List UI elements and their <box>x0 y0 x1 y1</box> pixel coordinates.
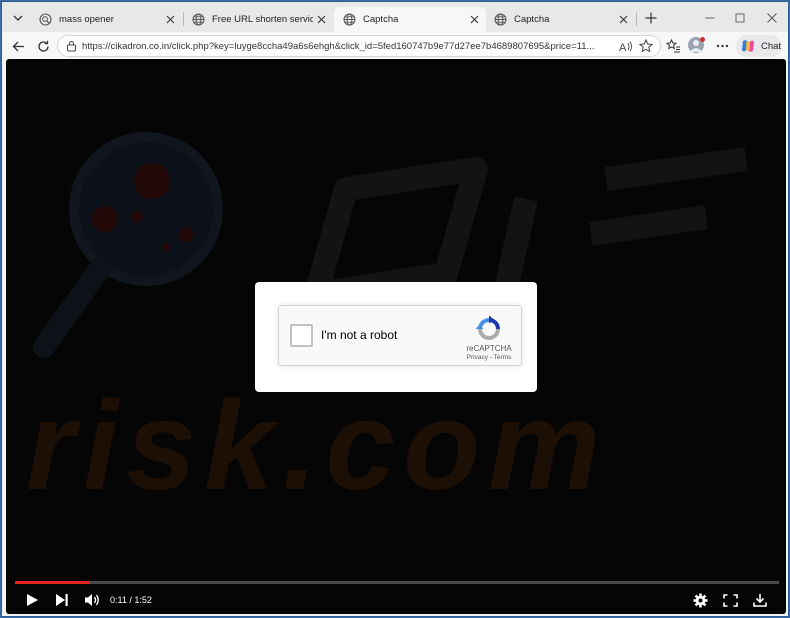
tab-title: mass opener <box>59 14 114 25</box>
tab-captcha-active[interactable]: Captcha <box>334 7 486 32</box>
minimize-button[interactable] <box>700 9 720 27</box>
tab-strip: mass opener Free URL shorten service - o… <box>2 2 788 32</box>
refresh-icon <box>37 40 49 52</box>
url-text[interactable]: https://cikadron.co.in/click.php?key=luy… <box>82 41 610 52</box>
download-button[interactable] <box>750 590 770 610</box>
close-icon <box>317 15 325 24</box>
progress-bar-played <box>15 581 90 584</box>
site-info-lock-icon[interactable] <box>64 39 78 53</box>
gear-icon <box>693 593 707 607</box>
globe-icon <box>191 13 205 27</box>
settings-button[interactable] <box>690 590 710 610</box>
tab-title: Captcha <box>514 14 550 25</box>
tab-captcha[interactable]: Captcha <box>485 7 635 32</box>
notification-dot <box>700 37 705 42</box>
time-display: 0:11 / 1:52 <box>110 595 152 605</box>
recaptcha-logo-icon <box>475 315 500 340</box>
volume-button[interactable] <box>82 590 102 610</box>
not-a-robot-checkbox[interactable] <box>290 324 313 347</box>
browser-window: mass opener Free URL shorten service - o… <box>1 1 789 617</box>
close-tab-button[interactable] <box>313 12 329 28</box>
magnifier-logo-icon <box>33 132 223 358</box>
progress-bar[interactable] <box>15 581 779 584</box>
settings-more-button[interactable] <box>712 36 732 56</box>
arrow-left-icon <box>12 41 24 51</box>
minimize-icon <box>705 17 715 19</box>
volume-icon <box>84 594 99 606</box>
fullscreen-icon <box>722 593 738 607</box>
close-window-button[interactable] <box>762 9 782 27</box>
watermark-text: risk.com <box>26 375 608 516</box>
globe-icon <box>342 13 356 27</box>
back-button[interactable] <box>8 36 28 56</box>
read-aloud-icon[interactable]: A <box>618 38 634 54</box>
globe-icon <box>493 13 507 27</box>
chevron-down-icon <box>13 15 23 21</box>
skip-next-icon <box>56 594 68 606</box>
close-tab-button[interactable] <box>162 12 178 28</box>
tab-separator <box>636 12 637 26</box>
play-icon <box>27 594 38 606</box>
recaptcha-brand: reCAPTCHA <box>466 344 512 353</box>
tab-title: Free URL shorten service - ou <box>212 14 313 25</box>
close-icon <box>619 15 627 24</box>
recaptcha-widget: I'm not a robot reCAPTCHA Privacy - Term… <box>278 305 522 366</box>
address-bar[interactable]: https://cikadron.co.in/click.php?key=luy… <box>57 35 661 57</box>
next-button[interactable] <box>52 590 72 610</box>
new-tab-button[interactable] <box>642 9 660 27</box>
fullscreen-button[interactable] <box>720 590 740 610</box>
duration: 1:52 <box>134 595 152 605</box>
video-player[interactable]: risk.com I'm not a robot reCAPTCHA Priva… <box>6 59 786 614</box>
svg-text:A: A <box>619 42 627 53</box>
recaptcha-label: I'm not a robot <box>321 328 398 342</box>
recaptcha-links: Privacy - Terms <box>451 354 527 361</box>
close-tab-button[interactable] <box>615 12 631 28</box>
search-tab-icon <box>38 13 52 27</box>
close-tab-button[interactable] <box>466 12 482 28</box>
tab-actions-menu-button[interactable] <box>8 8 28 28</box>
close-icon <box>767 13 777 23</box>
chat-label: Chat <box>761 40 782 52</box>
terms-link[interactable]: Terms <box>494 354 512 361</box>
download-icon <box>753 594 767 607</box>
current-time: 0:11 <box>110 595 127 605</box>
play-button[interactable] <box>22 590 42 610</box>
favorite-star-icon[interactable] <box>638 38 654 54</box>
favorites-list-icon <box>665 39 680 53</box>
copilot-chat-button[interactable]: Chat <box>736 35 782 57</box>
maximize-icon <box>735 13 745 23</box>
copilot-icon <box>742 40 754 52</box>
tab-free-url-shorten[interactable]: Free URL shorten service - ou <box>183 7 333 32</box>
browser-toolbar: https://cikadron.co.in/click.php?key=luy… <box>2 32 788 60</box>
refresh-button[interactable] <box>33 36 53 56</box>
captcha-dialog: I'm not a robot reCAPTCHA Privacy - Term… <box>255 282 537 392</box>
tab-mass-opener[interactable]: mass opener <box>30 7 182 32</box>
more-dots-icon <box>716 44 728 48</box>
maximize-button[interactable] <box>730 9 750 27</box>
plus-icon <box>645 12 657 24</box>
favorites-button[interactable] <box>663 36 683 56</box>
tab-title: Captcha <box>363 14 399 25</box>
pc-logo-shape <box>304 147 748 306</box>
privacy-link[interactable]: Privacy <box>467 354 488 361</box>
close-icon <box>166 15 174 24</box>
close-icon <box>470 15 478 24</box>
